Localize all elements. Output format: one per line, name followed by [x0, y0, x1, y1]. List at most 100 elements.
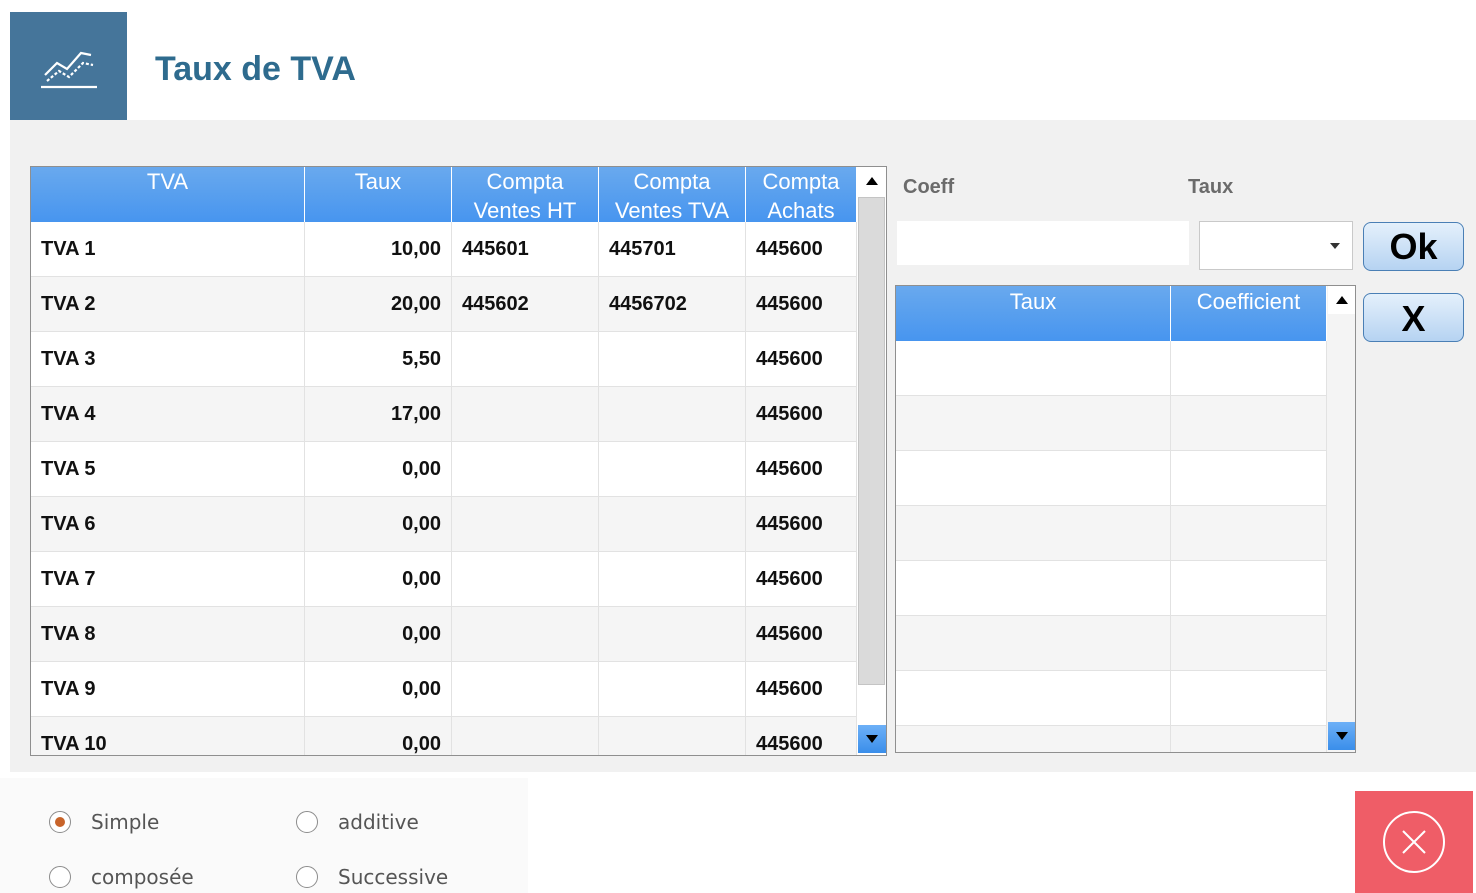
cell-coefficient[interactable] [1171, 616, 1327, 670]
table-row[interactable]: TVA 4 17,00 445600 [31, 387, 857, 442]
cell-tva[interactable]: TVA 3 [31, 332, 305, 386]
table-row[interactable] [896, 341, 1327, 396]
cell-taux[interactable]: 0,00 [305, 662, 452, 716]
column-header-achats[interactable]: Compta Achats [746, 167, 857, 223]
cell-taux[interactable]: 0,00 [305, 497, 452, 551]
cell-taux[interactable]: 0,00 [305, 717, 452, 755]
cell-taux[interactable]: 17,00 [305, 387, 452, 441]
cell-ventes-ht[interactable] [452, 442, 599, 496]
scroll-down-button[interactable] [1328, 722, 1355, 750]
cell-coefficient[interactable] [1171, 726, 1327, 752]
cell-ventes-ht[interactable]: 445602 [452, 277, 599, 331]
cell-ventes-tva[interactable] [599, 497, 746, 551]
cell-taux[interactable] [896, 341, 1171, 395]
cell-ventes-tva[interactable] [599, 662, 746, 716]
table-row[interactable]: TVA 1 10,00 445601 445701 445600 [31, 222, 857, 277]
cell-ventes-ht[interactable] [452, 662, 599, 716]
tva-table[interactable]: TVA Taux Compta Ventes HT Compta Ventes … [30, 166, 887, 756]
cell-achats[interactable]: 445600 [746, 717, 857, 755]
table-row[interactable] [896, 616, 1327, 671]
table-row[interactable] [896, 506, 1327, 561]
table-row[interactable]: TVA 10 0,00 445600 [31, 717, 857, 755]
radio-circle[interactable] [49, 866, 71, 888]
cell-taux[interactable]: 0,00 [305, 552, 452, 606]
cell-tva[interactable]: TVA 9 [31, 662, 305, 716]
cell-tva[interactable]: TVA 2 [31, 277, 305, 331]
radio-circle[interactable] [296, 866, 318, 888]
cell-achats[interactable]: 445600 [746, 497, 857, 551]
cell-tva[interactable]: TVA 7 [31, 552, 305, 606]
cell-achats[interactable]: 445600 [746, 387, 857, 441]
coefficient-table[interactable]: Taux Coefficient [895, 285, 1356, 753]
cell-achats[interactable]: 445600 [746, 332, 857, 386]
column-header-coefficient[interactable]: Coefficient [1171, 286, 1327, 341]
cell-taux[interactable] [896, 726, 1171, 752]
table-row[interactable]: TVA 6 0,00 445600 [31, 497, 857, 552]
cell-tva[interactable]: TVA 5 [31, 442, 305, 496]
table-row[interactable] [896, 396, 1327, 451]
cell-coefficient[interactable] [1171, 451, 1327, 505]
column-header-tva[interactable]: TVA [31, 167, 305, 222]
cell-achats[interactable]: 445600 [746, 662, 857, 716]
cell-ventes-ht[interactable] [452, 607, 599, 661]
table-row[interactable]: TVA 9 0,00 445600 [31, 662, 857, 717]
cell-ventes-tva[interactable] [599, 442, 746, 496]
cell-tva[interactable]: TVA 4 [31, 387, 305, 441]
column-header-ventes-tva[interactable]: Compta Ventes TVA [599, 167, 746, 223]
cell-taux[interactable]: 10,00 [305, 222, 452, 276]
table-row[interactable] [896, 671, 1327, 726]
column-header-taux[interactable]: Taux [896, 286, 1171, 341]
table-row[interactable] [896, 726, 1327, 752]
table-row[interactable]: TVA 3 5,50 445600 [31, 332, 857, 387]
radio-additive[interactable]: additive [296, 810, 419, 834]
coeff-input[interactable] [897, 221, 1189, 265]
cell-ventes-tva[interactable] [599, 607, 746, 661]
table-row[interactable]: TVA 5 0,00 445600 [31, 442, 857, 497]
table-row[interactable]: TVA 7 0,00 445600 [31, 552, 857, 607]
cell-ventes-tva[interactable]: 445701 [599, 222, 746, 276]
cell-taux[interactable] [896, 396, 1171, 450]
cell-coefficient[interactable] [1171, 671, 1327, 725]
cell-coefficient[interactable] [1171, 506, 1327, 560]
cell-coefficient[interactable] [1171, 396, 1327, 450]
radio-circle[interactable] [49, 811, 71, 833]
table-row[interactable]: TVA 2 20,00 445602 4456702 445600 [31, 277, 857, 332]
scroll-up-button[interactable] [858, 167, 886, 195]
cell-ventes-ht[interactable]: 445601 [452, 222, 599, 276]
radio-circle[interactable] [296, 811, 318, 833]
cell-ventes-tva[interactable] [599, 552, 746, 606]
cell-coefficient[interactable] [1171, 561, 1327, 615]
taux-select[interactable] [1199, 221, 1353, 270]
cell-ventes-ht[interactable] [452, 387, 599, 441]
cell-tva[interactable]: TVA 8 [31, 607, 305, 661]
cell-taux[interactable] [896, 451, 1171, 505]
cell-ventes-tva[interactable] [599, 332, 746, 386]
cell-tva[interactable]: TVA 6 [31, 497, 305, 551]
cell-achats[interactable]: 445600 [746, 222, 857, 276]
cell-ventes-tva[interactable] [599, 387, 746, 441]
radio-composee[interactable]: composée [49, 865, 194, 889]
cell-ventes-ht[interactable] [452, 497, 599, 551]
cell-taux[interactable]: 0,00 [305, 442, 452, 496]
cell-ventes-tva[interactable] [599, 717, 746, 755]
cell-achats[interactable]: 445600 [746, 277, 857, 331]
cell-ventes-ht[interactable] [452, 717, 599, 755]
cell-taux[interactable] [896, 671, 1171, 725]
ok-button[interactable]: Ok [1363, 222, 1464, 271]
table-row[interactable] [896, 451, 1327, 506]
cancel-button[interactable]: X [1363, 293, 1464, 342]
cell-tva[interactable]: TVA 1 [31, 222, 305, 276]
cell-ventes-tva[interactable]: 4456702 [599, 277, 746, 331]
coefficient-table-scrollbar[interactable] [1327, 286, 1355, 752]
column-header-taux[interactable]: Taux [305, 167, 452, 222]
cell-ventes-ht[interactable] [452, 552, 599, 606]
radio-simple[interactable]: Simple [49, 810, 159, 834]
cell-taux[interactable]: 0,00 [305, 607, 452, 661]
cell-taux[interactable] [896, 616, 1171, 670]
table-row[interactable] [896, 561, 1327, 616]
radio-successive[interactable]: Successive [296, 865, 448, 889]
cell-tva[interactable]: TVA 10 [31, 717, 305, 755]
cell-taux[interactable]: 20,00 [305, 277, 452, 331]
cell-achats[interactable]: 445600 [746, 442, 857, 496]
scroll-down-button[interactable] [858, 725, 886, 753]
